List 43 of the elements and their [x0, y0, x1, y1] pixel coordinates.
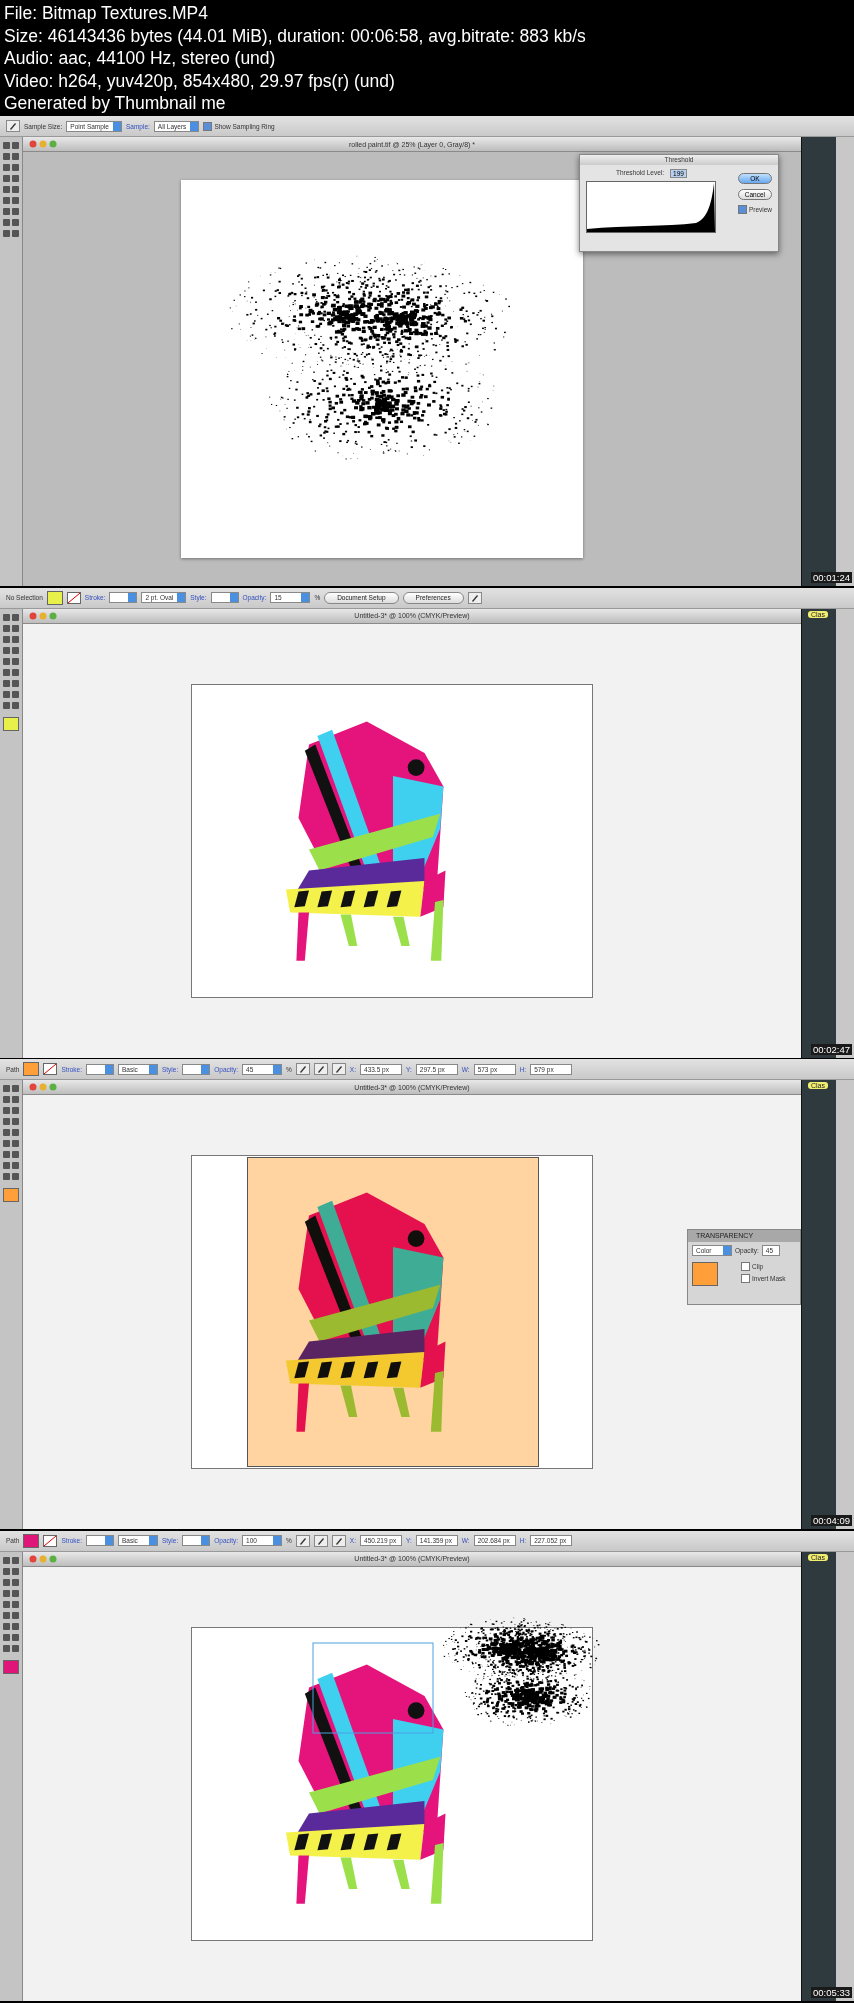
mask-thumbnail[interactable]: [692, 1262, 718, 1286]
tool-icon[interactable]: [295, 1534, 310, 1547]
timestamp: 00:01:24: [811, 572, 852, 583]
dropdown-field[interactable]: [109, 592, 138, 603]
window-buttons-icon[interactable]: [29, 1554, 59, 1563]
stroke-none-icon[interactable]: [43, 1063, 58, 1075]
file-info-line: Generated by Thumbnail me: [4, 92, 227, 115]
tool-icon[interactable]: [331, 1534, 346, 1547]
dropdown-field[interactable]: [182, 1063, 211, 1075]
checkbox[interactable]: [741, 1262, 750, 1271]
dropdown-field[interactable]: [182, 1535, 211, 1546]
timestamp: 00:05:33: [811, 1986, 852, 1998]
timestamp: 00:04:09: [811, 1515, 852, 1526]
dropdown-field[interactable]: [210, 592, 239, 603]
file-info-line: Size: 46143436 bytes (44.01 MiB), duration: 00:06:58, avg.bitrate: 883 kb/s: [4, 24, 587, 47]
tool-icon[interactable]: [467, 591, 482, 604]
checkbox[interactable]: [203, 121, 213, 131]
fill-swatch[interactable]: [46, 590, 63, 605]
fill-swatch[interactable]: [23, 1062, 40, 1076]
checkbox[interactable]: [737, 205, 747, 214]
tool-icon[interactable]: [313, 1063, 328, 1075]
selection-bounding-box[interactable]: [312, 1641, 434, 1734]
stroke-none-icon[interactable]: [66, 591, 81, 604]
tool-icon[interactable]: [331, 1063, 346, 1075]
color-overlay[interactable]: [247, 1157, 539, 1467]
timestamp: 00:02:47: [811, 1043, 852, 1055]
fill-swatch[interactable]: [3, 1659, 19, 1674]
checkbox[interactable]: [741, 1274, 750, 1283]
file-info-line: File: Bitmap Textures.MP4: [4, 2, 209, 25]
fill-swatch[interactable]: [3, 1188, 19, 1202]
stroke-none-icon[interactable]: [43, 1534, 58, 1547]
window-buttons-icon[interactable]: [29, 140, 59, 148]
tool-icon[interactable]: [6, 120, 20, 132]
dropdown-field[interactable]: [85, 1535, 114, 1546]
window-buttons-icon[interactable]: [29, 611, 59, 620]
file-info-line: Video: h264, yuv420p, 854x480, 29.97 fps(r) (und): [4, 69, 396, 92]
window-buttons-icon[interactable]: [29, 1083, 59, 1091]
fill-swatch[interactable]: [23, 1533, 40, 1548]
dropdown-field[interactable]: [85, 1063, 114, 1075]
tool-icon[interactable]: [295, 1063, 310, 1075]
file-info-line: Audio: aac, 44100 Hz, stereo (und): [4, 47, 277, 70]
tool-icon[interactable]: [313, 1534, 328, 1547]
fill-swatch[interactable]: [3, 716, 19, 731]
